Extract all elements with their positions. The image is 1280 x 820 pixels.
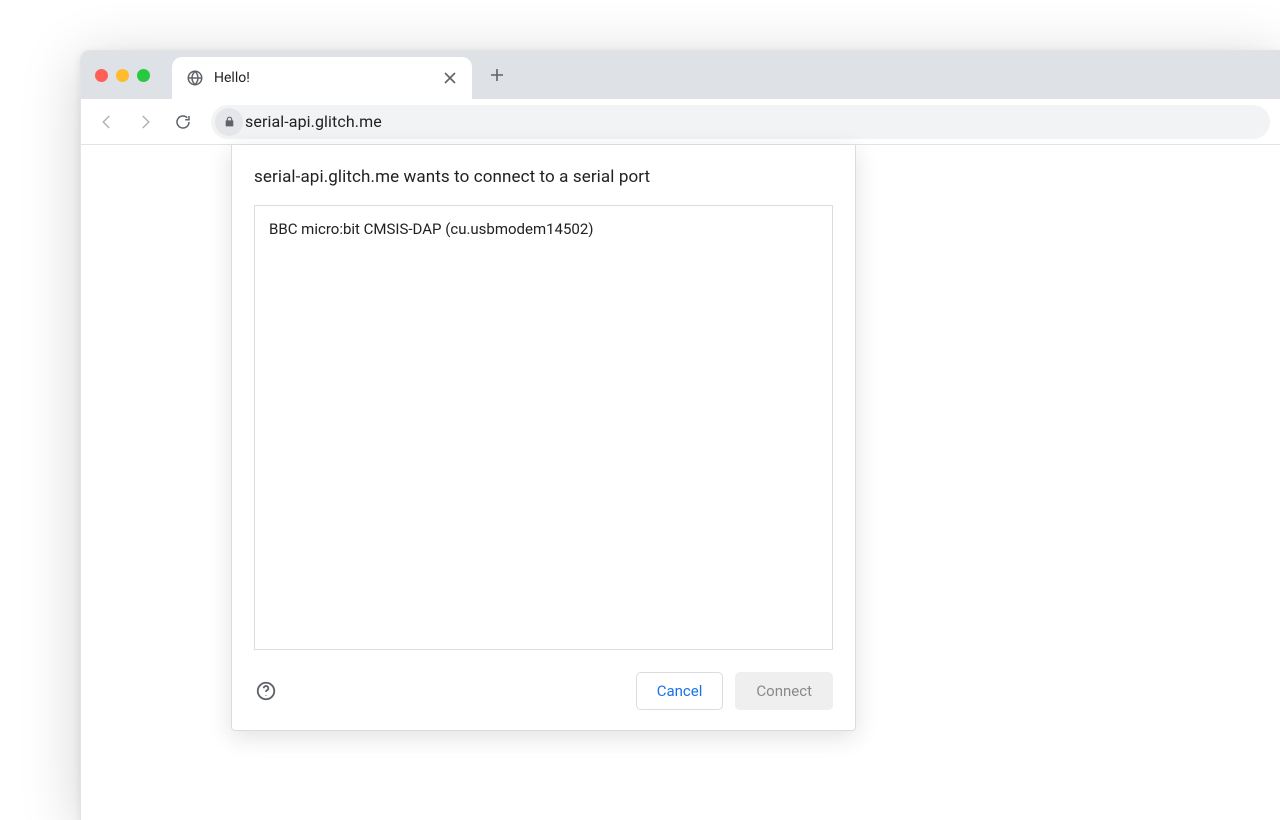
new-tab-button[interactable] xyxy=(482,60,512,90)
url-text: serial-api.glitch.me xyxy=(245,112,382,131)
toolbar: serial-api.glitch.me xyxy=(81,99,1280,145)
lock-icon[interactable] xyxy=(215,108,243,136)
close-tab-button[interactable] xyxy=(440,68,460,88)
forward-button[interactable] xyxy=(129,106,161,138)
prompt-footer: Cancel Connect xyxy=(254,672,833,710)
prompt-title: serial-api.glitch.me wants to connect to… xyxy=(254,167,833,187)
address-bar[interactable]: serial-api.glitch.me xyxy=(211,105,1270,139)
help-icon[interactable] xyxy=(254,679,278,703)
cancel-button[interactable]: Cancel xyxy=(636,672,724,710)
title-bar: Hello! xyxy=(81,51,1280,99)
browser-tab[interactable]: Hello! xyxy=(172,57,472,99)
globe-icon xyxy=(186,69,204,87)
connect-button[interactable]: Connect xyxy=(735,672,833,710)
window-controls xyxy=(95,69,150,82)
maximize-window-button[interactable] xyxy=(137,69,150,82)
back-button[interactable] xyxy=(91,106,123,138)
device-list[interactable]: BBC micro:bit CMSIS-DAP (cu.usbmodem1450… xyxy=(254,205,833,650)
close-window-button[interactable] xyxy=(95,69,108,82)
device-item[interactable]: BBC micro:bit CMSIS-DAP (cu.usbmodem1450… xyxy=(255,210,832,248)
tab-title: Hello! xyxy=(214,70,440,86)
serial-port-permission-prompt: serial-api.glitch.me wants to connect to… xyxy=(231,145,856,731)
minimize-window-button[interactable] xyxy=(116,69,129,82)
page-content: serial-api.glitch.me wants to connect to… xyxy=(81,145,1280,820)
browser-window: Hello! xyxy=(80,50,1280,820)
reload-button[interactable] xyxy=(167,106,199,138)
